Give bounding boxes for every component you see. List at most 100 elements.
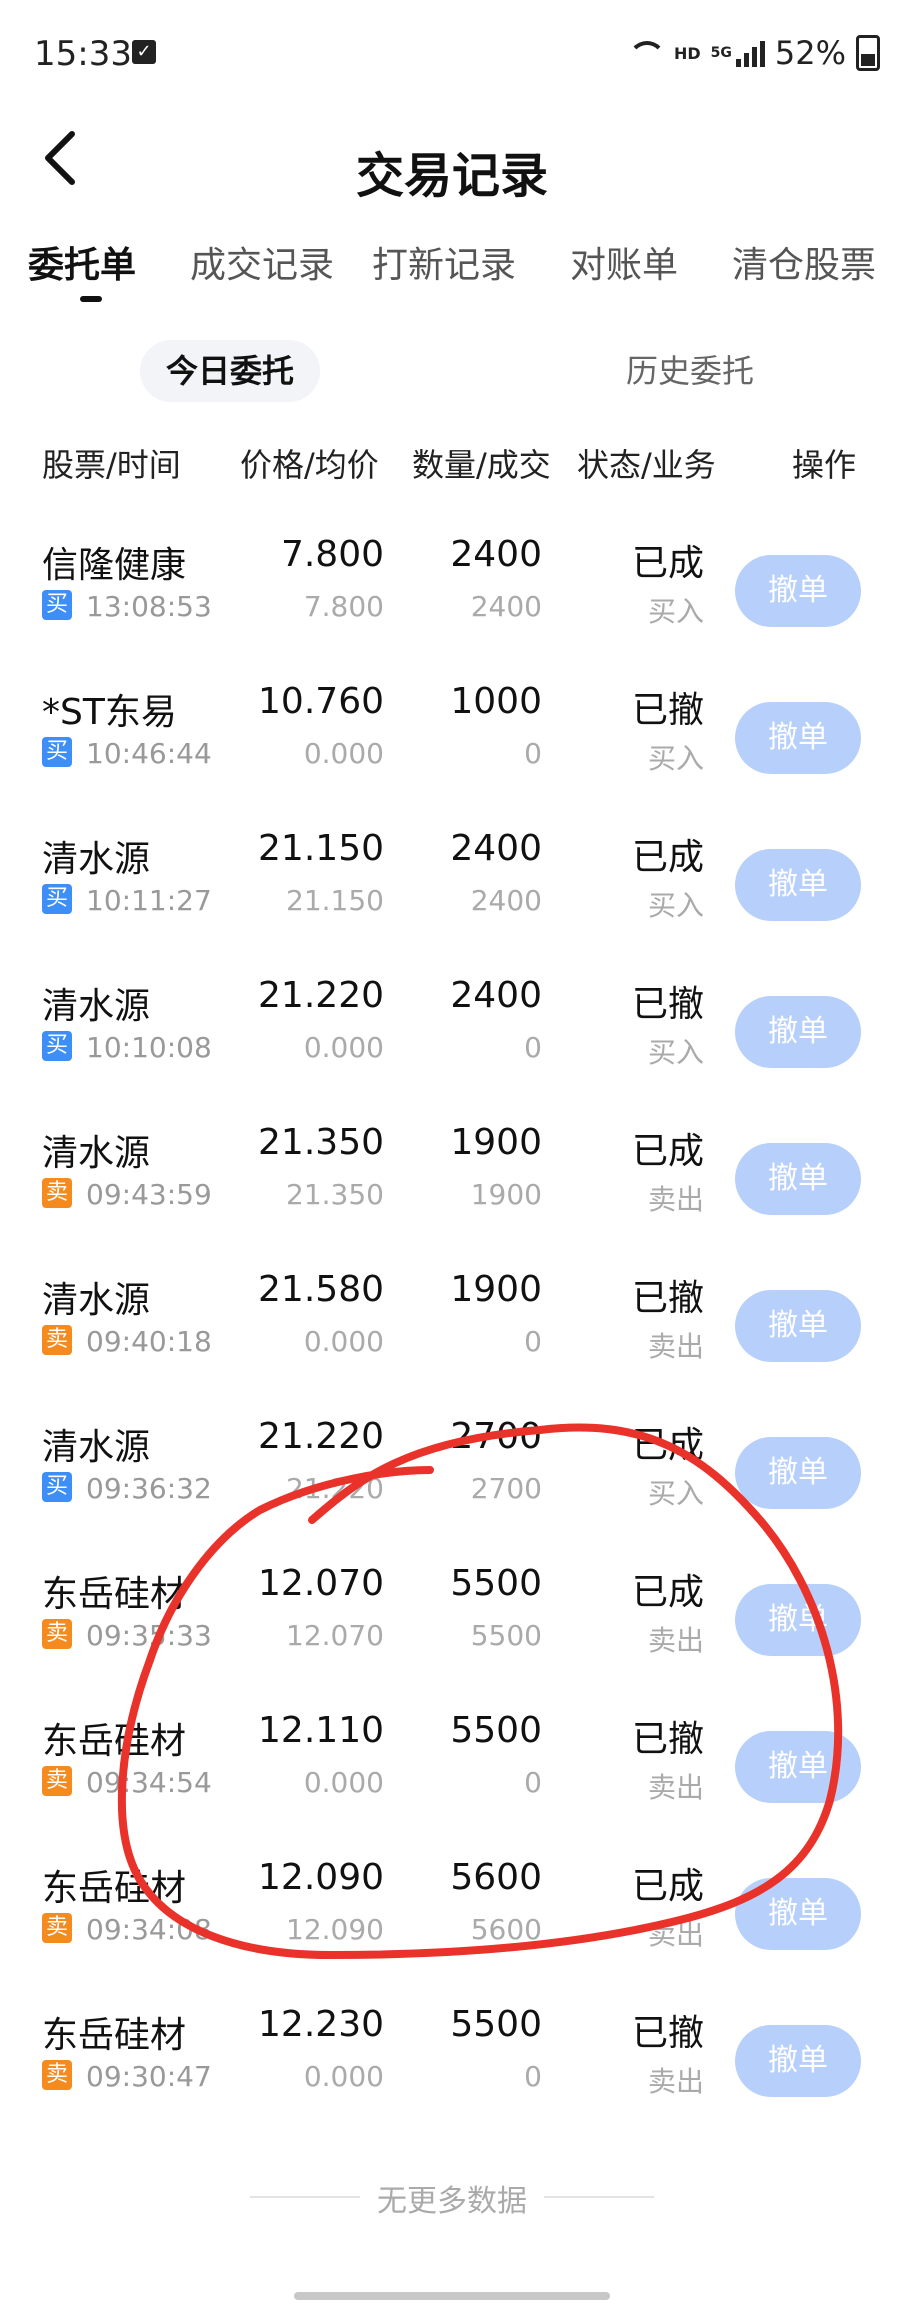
order-status: 已成 <box>631 543 704 584</box>
avg-price: 0.000 <box>303 2060 384 2093</box>
cancel-order-button[interactable]: 撤单 <box>735 2025 861 2097</box>
tab-ipo[interactable]: 打新记录 <box>372 236 516 288</box>
battery-icon <box>856 35 880 71</box>
wifi-icon <box>626 39 666 67</box>
order-row[interactable]: 信隆健康 买 13:08:53 7.800 7.800 2400 2400 已成… <box>0 530 904 677</box>
filled-qty: 2700 <box>470 1472 542 1505</box>
avg-price: 0.000 <box>303 1766 384 1799</box>
sell-badge: 卖 <box>42 1913 72 1943</box>
cancel-order-button[interactable]: 撤单 <box>735 1878 861 1950</box>
order-time: 10:46:44 <box>86 737 212 770</box>
order-business: 卖出 <box>647 1330 704 1363</box>
signal-icon <box>735 39 765 67</box>
cancel-order-button[interactable]: 撤单 <box>735 555 861 627</box>
order-business: 买入 <box>647 595 704 628</box>
order-price: 12.070 <box>258 1563 384 1604</box>
order-row[interactable]: 东岳硅材 卖 09:35:33 12.070 12.070 5500 5500 … <box>0 1559 904 1706</box>
order-row[interactable]: 东岳硅材 卖 09:30:47 12.230 0.000 5500 0 已撤 卖… <box>0 2000 904 2147</box>
divider-right <box>544 2196 654 2198</box>
active-tab-indicator <box>80 296 102 302</box>
order-status: 已成 <box>631 1131 704 1172</box>
order-price: 7.800 <box>280 534 384 575</box>
cancel-order-button[interactable]: 撤单 <box>735 1143 861 1215</box>
order-row[interactable]: 东岳硅材 卖 09:34:54 12.110 0.000 5500 0 已撤 卖… <box>0 1706 904 1853</box>
order-status: 已撤 <box>631 2013 704 2054</box>
cancel-order-button[interactable]: 撤单 <box>735 1437 861 1509</box>
order-row[interactable]: 清水源 卖 09:40:18 21.580 0.000 1900 0 已撤 卖出… <box>0 1265 904 1412</box>
order-time: 09:36:32 <box>86 1472 212 1505</box>
filled-qty: 0 <box>524 1766 542 1799</box>
network-label: 5G <box>710 45 732 61</box>
filled-qty: 0 <box>524 737 542 770</box>
col-qty-filled: 数量/成交 <box>412 446 551 484</box>
tab-statement[interactable]: 对账单 <box>570 236 678 288</box>
sell-badge: 卖 <box>42 1178 72 1208</box>
order-row[interactable]: 清水源 买 10:11:27 21.150 21.150 2400 2400 已… <box>0 824 904 971</box>
cancel-order-button[interactable]: 撤单 <box>735 1731 861 1803</box>
order-price: 10.760 <box>258 681 384 722</box>
sell-badge: 卖 <box>42 2060 72 2090</box>
order-time: 10:10:08 <box>86 1031 212 1064</box>
order-qty: 1900 <box>450 1122 542 1163</box>
order-qty: 5500 <box>450 2004 542 2045</box>
buy-badge: 买 <box>42 737 72 767</box>
tab-cleared-stocks[interactable]: 清仓股票 <box>732 236 876 288</box>
order-qty: 2400 <box>450 975 542 1016</box>
order-qty: 1900 <box>450 1269 542 1310</box>
tab-trades[interactable]: 成交记录 <box>190 236 334 288</box>
col-action: 操作 <box>792 446 857 484</box>
order-status: 已撤 <box>631 690 704 731</box>
buy-badge: 买 <box>42 884 72 914</box>
order-status: 已成 <box>631 1572 704 1613</box>
avg-price: 7.800 <box>303 590 384 623</box>
order-price: 12.090 <box>258 1857 384 1898</box>
order-business: 卖出 <box>647 2065 704 2098</box>
order-time: 09:40:18 <box>86 1325 212 1358</box>
cancel-order-button[interactable]: 撤单 <box>735 996 861 1068</box>
avg-price: 0.000 <box>303 737 384 770</box>
order-time: 09:43:59 <box>86 1178 212 1211</box>
filled-qty: 0 <box>524 2060 542 2093</box>
cancel-order-button[interactable]: 撤单 <box>735 1584 861 1656</box>
subtab-history[interactable]: 历史委托 <box>600 340 780 402</box>
order-price: 21.220 <box>258 975 384 1016</box>
order-time: 09:34:08 <box>86 1913 212 1946</box>
order-price: 21.220 <box>258 1416 384 1457</box>
order-list: 信隆健康 买 13:08:53 7.800 7.800 2400 2400 已成… <box>0 530 904 2147</box>
cancel-order-button[interactable]: 撤单 <box>735 849 861 921</box>
col-price-avg: 价格/均价 <box>240 446 379 484</box>
cancel-order-button[interactable]: 撤单 <box>735 702 861 774</box>
page-header: 交易记录 <box>0 110 904 230</box>
order-status: 已成 <box>631 1866 704 1907</box>
order-row[interactable]: *ST东易 买 10:46:44 10.760 0.000 1000 0 已撤 … <box>0 677 904 824</box>
order-business: 卖出 <box>647 1183 704 1216</box>
order-price: 12.230 <box>258 2004 384 2045</box>
subtab-today[interactable]: 今日委托 <box>140 340 320 402</box>
battery-percent: 52% <box>774 34 846 72</box>
order-row[interactable]: 清水源 买 10:10:08 21.220 0.000 2400 0 已撤 买入… <box>0 971 904 1118</box>
order-qty: 2400 <box>450 534 542 575</box>
filled-qty: 5600 <box>470 1913 542 1946</box>
avg-price: 12.090 <box>286 1913 384 1946</box>
avg-price: 21.350 <box>286 1178 384 1211</box>
order-price: 12.110 <box>258 1710 384 1751</box>
order-row[interactable]: 东岳硅材 卖 09:34:08 12.090 12.090 5600 5600 … <box>0 1853 904 2000</box>
cancel-order-button[interactable]: 撤单 <box>735 1290 861 1362</box>
order-row[interactable]: 清水源 卖 09:43:59 21.350 21.350 1900 1900 已… <box>0 1118 904 1265</box>
order-business: 卖出 <box>647 1771 704 1804</box>
home-indicator[interactable] <box>294 2292 610 2300</box>
stock-name: 东岳硅材 <box>42 1868 187 1909</box>
order-time: 09:34:54 <box>86 1766 212 1799</box>
order-row[interactable]: 清水源 买 09:36:32 21.220 21.220 2700 2700 已… <box>0 1412 904 1559</box>
filled-qty: 2400 <box>470 590 542 623</box>
col-stock-time: 股票/时间 <box>42 446 181 484</box>
stock-name: 清水源 <box>42 1133 151 1174</box>
order-time: 09:30:47 <box>86 2060 212 2093</box>
filled-qty: 1900 <box>470 1178 542 1211</box>
order-time: 09:35:33 <box>86 1619 212 1652</box>
tab-bar: 委托单 成交记录 打新记录 对账单 清仓股票 <box>0 236 904 306</box>
sell-badge: 卖 <box>42 1325 72 1355</box>
col-status-biz: 状态/业务 <box>577 446 716 484</box>
tab-orders[interactable]: 委托单 <box>28 236 136 288</box>
stock-name: 清水源 <box>42 839 151 880</box>
